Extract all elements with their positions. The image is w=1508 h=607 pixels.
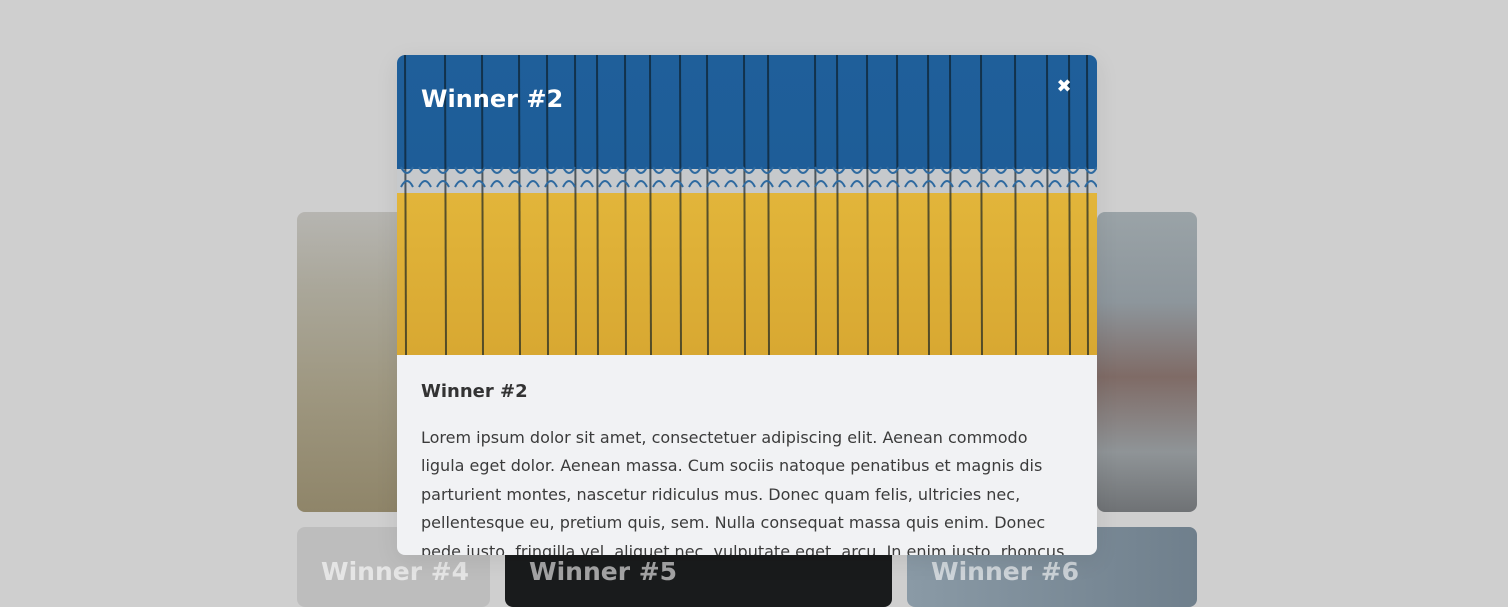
close-icon[interactable]: ✖ [1053, 75, 1075, 99]
modal-content: Winner #2 Lorem ipsum dolor sit amet, co… [397, 355, 1097, 555]
winner-card-4-title: Winner #4 [321, 557, 470, 586]
modal-hero-image: Winner #2 ✖ [397, 55, 1097, 355]
winner-card-5-title: Winner #5 [529, 557, 678, 586]
modal-body-text: Lorem ipsum dolor sit amet, consectetuer… [421, 428, 1065, 555]
modal-heading: Winner #2 [421, 381, 528, 402]
winner-card-6-title: Winner #6 [931, 557, 1080, 586]
modal-hero-title: Winner #2 [421, 85, 564, 113]
winner-modal: Winner #2 ✖ Winner #2 Lorem ipsum dolor … [397, 55, 1097, 555]
winner-card-right[interactable] [1097, 212, 1197, 512]
